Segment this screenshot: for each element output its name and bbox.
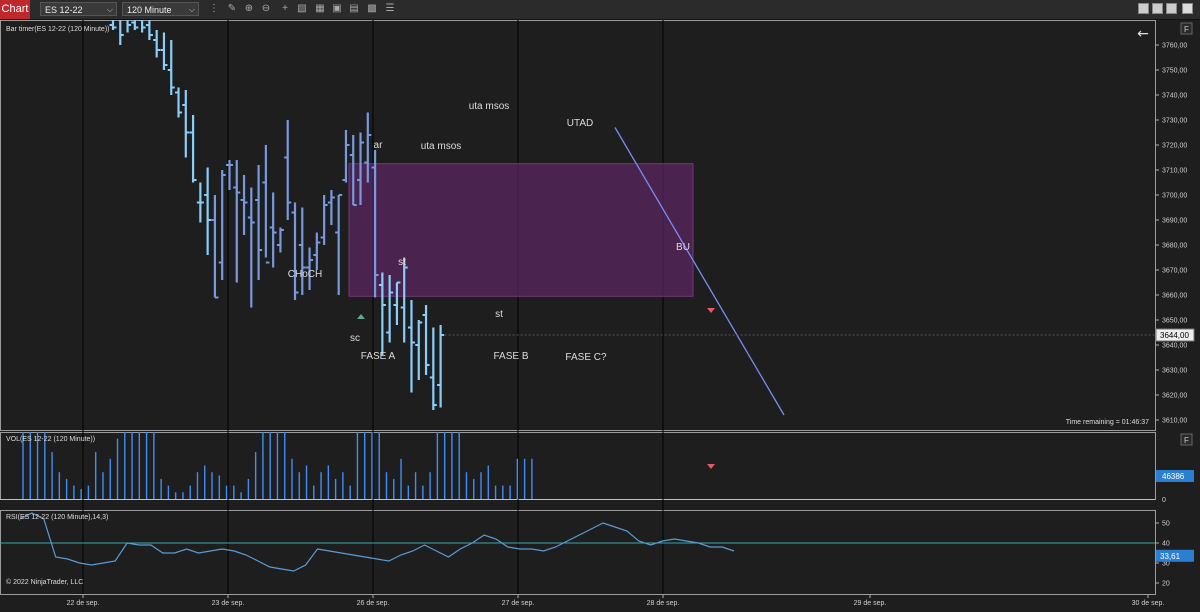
annotation-label: CHoCH [288,269,322,280]
y-tick-label: 3610,00 [1162,418,1187,425]
annotation-label: ar [374,140,384,151]
sell-signal-marker [707,308,715,313]
annotation-label: st [495,309,503,320]
x-tick-label: 22 de sep. [67,600,100,607]
y-tick-label: 3650,00 [1162,318,1187,325]
price-panel-title: Bar timer(ES 12-22 (120 Minute)) [6,26,109,33]
price-bar [240,175,248,235]
price-bar [247,187,255,308]
price-bar [437,325,445,408]
y-tick-label: 3630,00 [1162,368,1187,375]
x-tick-label: 27 de sep. [502,600,535,607]
volume-y-tick: 0 [1162,497,1166,504]
price-bar [225,160,233,190]
y-tick-label: 3710,00 [1162,168,1187,175]
x-tick-label: 28 de sep. [647,600,680,607]
price-bar [196,182,204,223]
price-bar [269,192,277,268]
price-bar [160,32,168,70]
time-remaining: Time remaining = 01:46:37 [1066,419,1149,426]
rsi-last-value: 33,61 [1160,552,1181,561]
rsi-panel-title: RSI(ES 12-22 (120 Minute),14,3) [6,514,108,521]
y-tick-label: 3750,00 [1162,68,1187,75]
volume-panel-title: VOL(ES 12-22 (120 Minute)) [6,436,95,443]
y-tick-label: 3640,00 [1162,343,1187,350]
volume-panel [0,432,1156,500]
price-bar [233,160,241,283]
price-bar [407,300,415,393]
annotation-label: FASE C? [565,352,607,363]
price-bar [284,120,292,220]
annotation-label: st [398,257,406,268]
last-price-value: 3644,00 [1160,331,1189,340]
y-tick-label: 3720,00 [1162,143,1187,150]
price-bar [153,30,161,58]
price-bar [342,130,350,183]
price-bar [298,207,306,295]
rsi-line [19,512,735,572]
annotation-label: sc [350,333,360,344]
x-tick-label: 26 de sep. [357,600,390,607]
price-bar [276,227,284,253]
y-tick-label: 3690,00 [1162,218,1187,225]
rsi-y-tick-label: 50 [1162,521,1170,528]
annotation-label: FASE B [493,351,528,362]
y-tick-label: 3670,00 [1162,268,1187,275]
y-tick-label: 3680,00 [1162,243,1187,250]
price-bar [119,20,124,45]
copyright: © 2022 NinjaTrader, LLC [6,578,83,586]
buy-signal-marker [357,314,365,319]
price-bar [335,194,343,295]
price-bar [313,232,321,270]
rsi-y-tick-label: 20 [1162,581,1170,588]
price-bar [109,20,117,30]
price-bar [145,20,153,40]
volume-panel-button-label: F [1184,436,1189,445]
chart-canvas[interactable]: 22 de sep. 23 de sep. 26 de sep. 27 de sep.… [0,0,1200,612]
annotation-label: UTAD [567,118,593,129]
x-tick-label: 29 de sep. [854,600,887,607]
price-bar [131,20,139,30]
price-bar [320,195,328,245]
price-bar [422,305,430,375]
annotation-label: uta msos [421,141,462,152]
price-bar [182,90,190,158]
price-bar [204,167,212,255]
x-tick-label: 30 de sep. [1132,600,1165,607]
x-tick-label: 23 de sep. [212,600,245,607]
price-bar [218,170,226,280]
back-arrow-icon[interactable]: ← [1137,26,1149,42]
price-bar [189,115,197,183]
price-bar [211,195,219,299]
price-bar [138,20,146,33]
y-tick-label: 3740,00 [1162,93,1187,100]
price-bar [262,145,270,264]
annotation-label: FASE A [361,351,396,362]
price-bar [415,320,423,380]
y-tick-label: 3730,00 [1162,118,1187,125]
price-panel-button-label: F [1184,25,1189,34]
volume-last-value: 46386 [1162,472,1185,481]
y-tick-label: 3620,00 [1162,393,1187,400]
price-bar [255,165,263,280]
price-bar [167,40,175,95]
price-bar [126,20,132,33]
range-box [348,163,694,297]
annotation-label: BU [676,242,690,253]
y-tick-label: 3700,00 [1162,193,1187,200]
price-bar [327,190,335,225]
price-bar [175,87,183,118]
volume-sell-marker [707,464,715,469]
y-tick-label: 3660,00 [1162,293,1187,300]
y-tick-label: 3760,00 [1162,43,1187,50]
rsi-y-tick-label: 40 [1162,541,1170,548]
price-bar [429,327,437,410]
annotation-label: uta msos [469,101,510,112]
price-bar [291,202,299,300]
